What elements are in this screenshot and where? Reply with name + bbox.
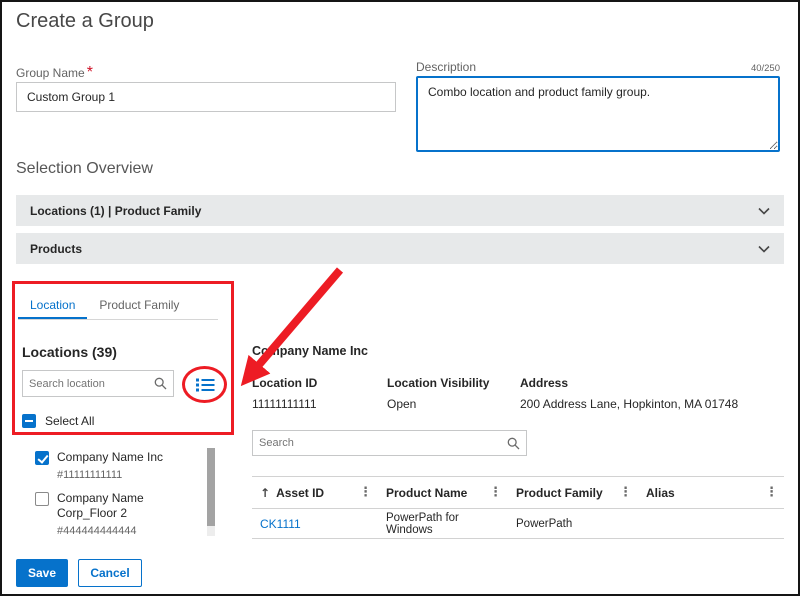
asset-id-link[interactable]: CK1111	[260, 517, 301, 531]
selection-overview-title: Selection Overview	[16, 160, 153, 178]
column-header-alias[interactable]: Alias ⋮	[638, 477, 784, 508]
description-label: Description	[416, 60, 476, 74]
location-search	[22, 370, 174, 397]
selector-tabs: Location Product Family	[18, 290, 218, 320]
required-asterisk: *	[87, 64, 93, 81]
accordion-products[interactable]: Products	[16, 233, 784, 264]
description-header: Description 40/250	[416, 60, 780, 74]
column-menu-icon[interactable]: ⋮	[489, 485, 502, 500]
group-name-label: Group Name*	[16, 64, 93, 82]
location-visibility-label: Location Visibility	[387, 376, 489, 390]
char-counter: 40/250	[751, 63, 780, 74]
accordion-locations-product-family[interactable]: Locations (1) | Product Family	[16, 195, 784, 226]
description-textarea[interactable]: Combo location and product family group.	[416, 76, 780, 152]
table-header-row: ↑ Asset ID ⋮ Product Name ⋮ Product Fami…	[252, 476, 784, 509]
group-name-input[interactable]	[16, 82, 396, 112]
chevron-down-icon[interactable]	[758, 207, 770, 215]
company-name: Company Name Inc	[252, 344, 368, 358]
column-menu-icon[interactable]: ⋮	[765, 485, 778, 500]
tab-location[interactable]: Location	[18, 290, 87, 319]
save-button[interactable]: Save	[16, 559, 68, 587]
column-header-product-family[interactable]: Product Family ⋮	[508, 477, 638, 508]
select-all-checkbox[interactable]: Select All	[22, 414, 94, 428]
checked-checkbox-icon[interactable]	[35, 451, 49, 465]
table-row: CK1111 PowerPath for Windows PowerPath	[252, 509, 784, 539]
tab-product-family[interactable]: Product Family	[87, 290, 191, 319]
asset-search	[252, 430, 527, 456]
location-search-input[interactable]	[23, 378, 154, 390]
alias-cell	[638, 509, 784, 538]
product-family-cell: PowerPath	[508, 509, 638, 538]
cancel-button[interactable]: Cancel	[78, 559, 142, 587]
unchecked-checkbox-icon[interactable]	[35, 492, 49, 506]
locations-heading: Locations (39)	[22, 344, 117, 360]
page-title: Create a Group	[16, 10, 154, 33]
address-value: 200 Address Lane, Hopkinton, MA 01748	[520, 397, 738, 411]
search-icon	[154, 377, 167, 390]
asset-search-input[interactable]	[253, 437, 507, 449]
indeterminate-checkbox-icon[interactable]	[22, 414, 36, 428]
column-menu-icon[interactable]: ⋮	[619, 485, 632, 500]
list-view-button[interactable]	[192, 374, 218, 396]
create-group-page: Create a Group Group Name* Description 4…	[0, 0, 800, 596]
column-header-asset-id[interactable]: ↑ Asset ID ⋮	[252, 477, 378, 508]
location-id-value: 11111111111	[252, 397, 317, 411]
column-menu-icon[interactable]: ⋮	[359, 485, 372, 500]
address-label: Address	[520, 376, 568, 390]
list-view-icon	[195, 377, 215, 393]
asset-table: ↑ Asset ID ⋮ Product Name ⋮ Product Fami…	[252, 476, 784, 539]
search-icon	[507, 437, 520, 450]
list-scrollbar[interactable]	[207, 448, 215, 536]
location-list: Company Name Inc #11111111111 Company Na…	[18, 446, 206, 536]
list-item[interactable]: Company Name Inc #11111111111	[18, 446, 206, 487]
location-id-label: Location ID	[252, 376, 317, 390]
location-visibility-value: Open	[387, 397, 416, 411]
sort-ascending-icon[interactable]: ↑	[260, 486, 270, 500]
list-item[interactable]: Company Name Corp_Floor 2 #444444444444	[18, 487, 206, 536]
product-name-cell: PowerPath for Windows	[378, 509, 508, 538]
column-header-product-name[interactable]: Product Name ⋮	[378, 477, 508, 508]
scrollbar-thumb[interactable]	[207, 448, 215, 526]
chevron-down-icon[interactable]	[758, 245, 770, 253]
